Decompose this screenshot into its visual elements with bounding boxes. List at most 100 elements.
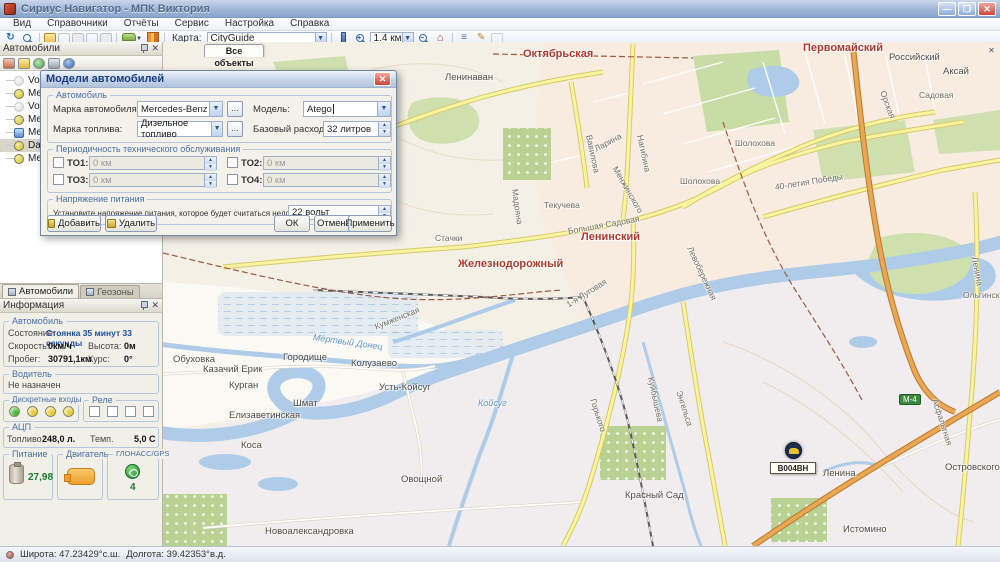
input-led: [9, 406, 20, 417]
camera-icon[interactable]: [48, 58, 60, 69]
close-button[interactable]: ✕: [978, 2, 996, 16]
to3-checkbox[interactable]: [53, 174, 64, 185]
height-value: 0м: [124, 341, 136, 351]
app-icon: [4, 3, 16, 15]
group-label: Автомобиль: [53, 90, 110, 100]
dialog-title: Модели автомобилей: [46, 73, 164, 85]
menu-directories[interactable]: Справочники: [40, 18, 115, 30]
vehicles-toolbar: [0, 56, 162, 71]
satellite-icon: [125, 464, 140, 479]
fuel-value: 248,0 л.: [42, 434, 75, 444]
to4-label: ТО4:: [241, 175, 262, 186]
to2-spinner[interactable]: 0 км ▲▼: [263, 156, 391, 170]
apply-button[interactable]: Применить: [348, 215, 392, 232]
spinner-arrows[interactable]: ▲▼: [204, 157, 216, 169]
temperature-value: 5,0 C: [134, 434, 156, 444]
consumption-spinner[interactable]: 32 литров ▲▼: [323, 121, 391, 137]
maximize-button[interactable]: ❐: [958, 2, 976, 16]
relay-checkbox[interactable]: [89, 406, 100, 417]
tab-vehicles[interactable]: Автомобили: [2, 284, 79, 298]
to2-checkbox[interactable]: [227, 157, 238, 168]
relay-checkbox[interactable]: [107, 406, 118, 417]
to3-spinner[interactable]: 0 км ▲▼: [89, 173, 217, 187]
menu-settings[interactable]: Настройка: [218, 18, 281, 30]
menu-bar: Вид Справочники Отчёты Сервис Настройка …: [0, 18, 1000, 31]
group-label: Периодичность технического обслуживания: [53, 144, 243, 154]
brand-browse-button[interactable]: …: [227, 101, 243, 117]
relay-checkbox[interactable]: [125, 406, 136, 417]
pin-icon[interactable]: [140, 301, 147, 310]
chevron-down-icon[interactable]: ▼: [209, 102, 222, 116]
chevron-down-icon[interactable]: ▼: [377, 102, 390, 116]
group-label: ГЛОНАСС/GPS: [113, 449, 172, 459]
to4-checkbox[interactable]: [227, 174, 238, 185]
title-bar[interactable]: Сириус Навигатор - МПК Виктория — ❐ ✕: [0, 0, 1000, 18]
info-panel: Автомобили Геозоны Информация ✕ Автомоби…: [0, 283, 163, 546]
input-led: [27, 406, 38, 417]
close-icon[interactable]: ✕: [151, 44, 159, 53]
to4-value: 0 км: [267, 175, 286, 186]
to4-spinner[interactable]: 0 км ▲▼: [263, 173, 391, 187]
menu-view[interactable]: Вид: [6, 18, 38, 30]
fuel-label: Топливо: [7, 434, 42, 444]
add-button[interactable]: Добавить: [47, 215, 101, 232]
map-pane-close-icon[interactable]: ✕: [986, 45, 997, 56]
spinner-arrows[interactable]: ▲▼: [378, 157, 390, 169]
delete-button[interactable]: Удалить: [105, 215, 157, 232]
to1-value: 0 км: [93, 158, 112, 169]
fuel-type-combo[interactable]: Дизельное топливо ▼: [137, 121, 223, 137]
to1-checkbox[interactable]: [53, 157, 64, 168]
height-label: Высота:: [88, 341, 121, 351]
close-icon[interactable]: ✕: [151, 301, 159, 310]
chevron-down-icon[interactable]: ▼: [211, 122, 222, 136]
spinner-arrows[interactable]: ▲▼: [378, 174, 390, 186]
dialog-car-models: Модели автомобилей ✕ Автомобиль Марка ав…: [40, 70, 397, 236]
vehicles-tab-icon: [8, 288, 16, 296]
dialog-close-button[interactable]: ✕: [374, 72, 391, 86]
add-vehicle-icon[interactable]: [3, 58, 15, 69]
longitude-value: Долгота: 39.42353°в.д.: [126, 549, 226, 560]
tab-geozones[interactable]: Геозоны: [80, 285, 140, 298]
menu-reports[interactable]: Отчёты: [117, 18, 166, 30]
model-label: Модель:: [253, 104, 290, 115]
tab-all-objects[interactable]: Все объекты: [204, 44, 264, 57]
menu-help[interactable]: Справка: [283, 18, 336, 30]
to1-label: ТО1:: [67, 158, 88, 169]
vehicle-icon: [14, 102, 24, 112]
vehicles-panel-header: Автомобили ✕: [0, 42, 162, 56]
globe-icon[interactable]: [33, 58, 45, 69]
fuel-browse-button[interactable]: …: [227, 121, 243, 137]
vehicle-icon: [14, 115, 24, 125]
brand-label: Марка автомобиля:: [53, 104, 139, 115]
vehicle-icon: [14, 141, 24, 151]
info-icon[interactable]: [63, 58, 75, 69]
consumption-label: Базовый расход:: [253, 124, 327, 135]
spinner-arrows[interactable]: ▲▼: [378, 122, 390, 136]
relay-checkbox[interactable]: [143, 406, 154, 417]
group-label: АЦП: [9, 422, 34, 432]
group-label: Двигатель: [63, 449, 111, 459]
minimize-button[interactable]: —: [938, 2, 956, 16]
group-label: Водитель: [9, 369, 55, 379]
brand-value: Mercedes-Benz: [141, 104, 208, 115]
add-icon: [48, 219, 55, 228]
brand-combo[interactable]: Mercedes-Benz ▼: [137, 101, 223, 117]
spinner-arrows[interactable]: ▲▼: [204, 174, 216, 186]
folder-icon[interactable]: [18, 58, 30, 69]
vehicle-marker[interactable]: [785, 442, 802, 459]
pin-icon[interactable]: [140, 44, 147, 53]
vehicle-icon: [14, 128, 24, 138]
group-label: Дискретные входы: [9, 395, 84, 405]
delete-button-label: Удалить: [119, 218, 155, 229]
group-label: Питание: [9, 449, 51, 459]
geozones-tab-icon: [86, 288, 94, 296]
window-title: Сириус Навигатор - МПК Виктория: [21, 3, 210, 15]
model-combo[interactable]: Atego ▼: [303, 101, 391, 117]
ok-button[interactable]: ОК: [274, 215, 310, 232]
dialog-title-bar[interactable]: Модели автомобилей ✕: [41, 71, 396, 88]
menu-service[interactable]: Сервис: [168, 18, 216, 30]
to1-spinner[interactable]: 0 км ▲▼: [89, 156, 217, 170]
latitude-value: Широта: 47.23429°с.ш.: [20, 549, 120, 560]
input-led: [63, 406, 74, 417]
to2-label: ТО2:: [241, 158, 262, 169]
